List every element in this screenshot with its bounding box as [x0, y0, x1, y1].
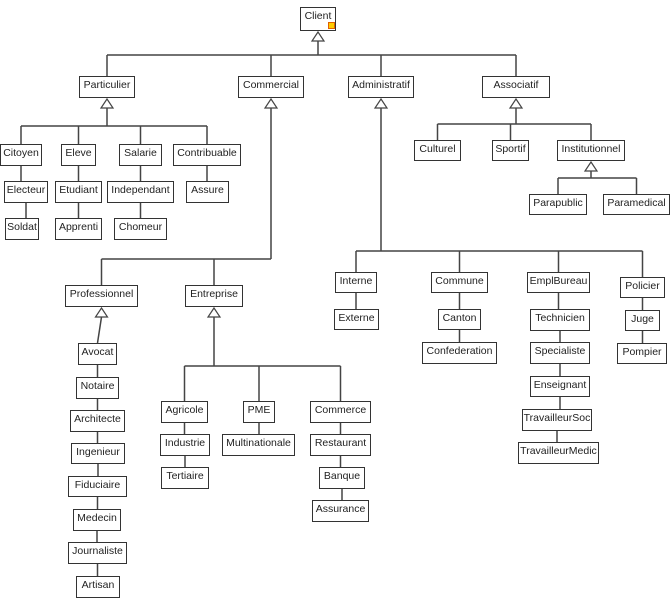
- inheritance-line: [96, 316, 103, 344]
- class-electeur[interactable]: Electeur: [4, 181, 48, 203]
- class-paramedical[interactable]: Paramedical: [603, 194, 670, 215]
- class-tertiaire[interactable]: Tertiaire: [161, 467, 209, 489]
- class-eleve[interactable]: Eleve: [61, 144, 96, 166]
- class-diagram: Client Particulier Commercial Administra…: [0, 0, 672, 598]
- class-policier[interactable]: Policier: [620, 277, 665, 298]
- class-travailleurmedic[interactable]: TravailleurMedic: [518, 442, 599, 464]
- inheritance-arrow-icon: [263, 97, 279, 109]
- class-confederation[interactable]: Confederation: [422, 342, 497, 364]
- class-pme[interactable]: PME: [243, 401, 275, 423]
- class-fiduciaire[interactable]: Fiduciaire: [68, 476, 127, 497]
- inheritance-arrow-icon: [206, 306, 222, 318]
- class-agricole[interactable]: Agricole: [161, 401, 208, 423]
- class-medecin[interactable]: Medecin: [73, 509, 121, 531]
- class-assurance[interactable]: Assurance: [312, 500, 369, 522]
- class-restaurant[interactable]: Restaurant: [310, 434, 371, 456]
- class-canton[interactable]: Canton: [438, 309, 481, 330]
- class-commune[interactable]: Commune: [431, 272, 488, 293]
- class-avocat[interactable]: Avocat: [78, 343, 117, 365]
- class-commercial[interactable]: Commercial: [238, 76, 304, 98]
- class-independant[interactable]: Independant: [107, 181, 174, 203]
- class-apprenti[interactable]: Apprenti: [55, 218, 102, 240]
- class-sportif[interactable]: Sportif: [492, 140, 529, 161]
- class-citoyen[interactable]: Citoyen: [0, 144, 42, 166]
- class-associatif[interactable]: Associatif: [482, 76, 550, 98]
- class-architecte[interactable]: Architecte: [70, 410, 125, 432]
- class-externe[interactable]: Externe: [334, 309, 379, 330]
- class-particulier[interactable]: Particulier: [79, 76, 135, 98]
- class-commerce[interactable]: Commerce: [310, 401, 371, 423]
- class-industrie[interactable]: Industrie: [160, 434, 210, 456]
- class-technicien[interactable]: Technicien: [530, 309, 590, 331]
- class-salarie[interactable]: Salarie: [119, 144, 162, 166]
- class-contribuable[interactable]: Contribuable: [173, 144, 241, 166]
- class-interne[interactable]: Interne: [335, 272, 377, 293]
- class-journaliste[interactable]: Journaliste: [68, 542, 127, 564]
- class-pompier[interactable]: Pompier: [617, 343, 667, 364]
- inheritance-arrow-icon: [99, 97, 115, 109]
- class-ingenieur[interactable]: Ingenieur: [71, 443, 125, 464]
- class-travailleursoc[interactable]: TravailleurSoc: [522, 409, 592, 431]
- class-emplbureau[interactable]: EmplBureau: [527, 272, 590, 293]
- class-culturel[interactable]: Culturel: [414, 140, 461, 161]
- class-etudiant[interactable]: Etudiant: [55, 181, 102, 203]
- class-juge[interactable]: Juge: [625, 310, 660, 331]
- class-enseignant[interactable]: Enseignant: [530, 376, 590, 397]
- class-notaire[interactable]: Notaire: [76, 377, 119, 399]
- inheritance-arrow-icon: [94, 306, 109, 318]
- class-multinationale[interactable]: Multinationale: [222, 434, 295, 456]
- inheritance-arrow-icon: [373, 97, 389, 109]
- inheritance-arrow-icon: [508, 97, 524, 109]
- class-banque[interactable]: Banque: [319, 467, 365, 489]
- inheritance-arrow-icon: [583, 160, 599, 172]
- class-entreprise[interactable]: Entreprise: [185, 285, 243, 307]
- note-marker-icon: [328, 22, 335, 29]
- class-specialiste[interactable]: Specialiste: [530, 342, 590, 364]
- inheritance-arrow-icon: [310, 30, 326, 42]
- class-professionnel[interactable]: Professionnel: [65, 285, 138, 307]
- class-soldat[interactable]: Soldat: [5, 218, 39, 240]
- class-chomeur[interactable]: Chomeur: [114, 218, 167, 240]
- class-institutionnel[interactable]: Institutionnel: [557, 140, 625, 161]
- class-administratif[interactable]: Administratif: [348, 76, 414, 98]
- class-parapublic[interactable]: Parapublic: [529, 194, 587, 215]
- class-assure[interactable]: Assure: [186, 181, 229, 203]
